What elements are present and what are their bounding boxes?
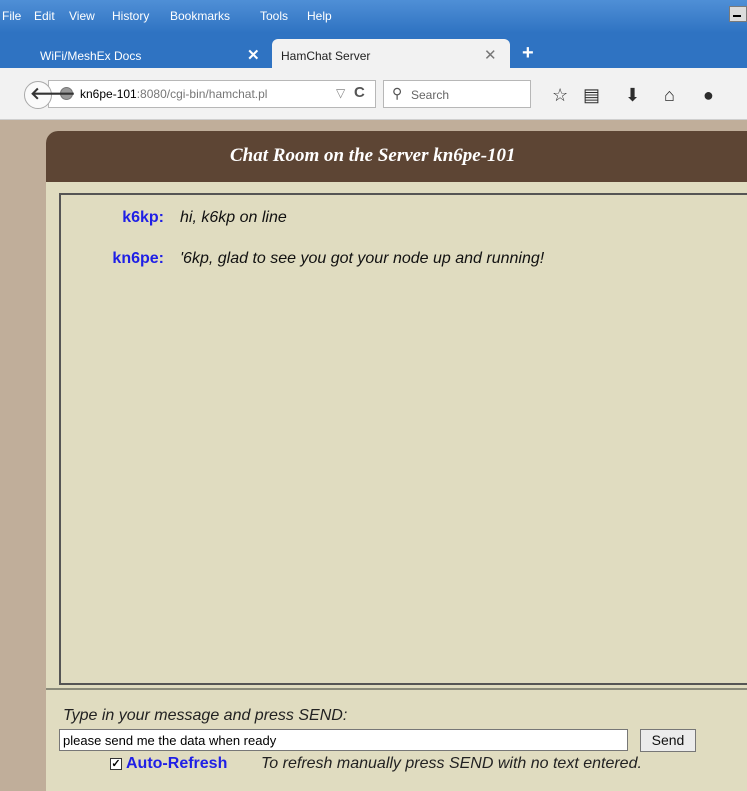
menu-history[interactable]: History — [112, 9, 149, 23]
message-nick: kn6pe: — [112, 250, 164, 267]
bookmark-star-icon[interactable]: ☆ — [552, 86, 568, 104]
back-arrow-icon: 🡐 — [30, 84, 76, 103]
message-nick: k6kp: — [122, 209, 164, 226]
minimize-icon — [733, 15, 741, 17]
chat-message: kn6pe: '6kp, glad to see you got your no… — [61, 250, 747, 270]
chat-icon[interactable]: ● — [703, 86, 714, 104]
close-tab-icon[interactable]: ✕ — [247, 46, 260, 64]
message-text: '6kp, glad to see you got your node up a… — [180, 250, 545, 267]
message-prompt-label: Type in your message and press SEND: — [63, 707, 348, 724]
tab-hamchat-server[interactable]: HamChat Server ✕ — [272, 39, 510, 68]
menu-help[interactable]: Help — [307, 9, 332, 23]
url-history-dropdown-icon[interactable]: ▽ — [336, 86, 345, 100]
new-tab-button[interactable]: + — [522, 42, 534, 65]
page-header: Chat Room on the Server kn6pe-101 — [46, 131, 747, 182]
refresh-note: To refresh manually press SEND with no t… — [261, 755, 642, 772]
back-button[interactable]: 🡐 — [24, 81, 76, 109]
close-tab-icon[interactable]: ✕ — [484, 46, 497, 64]
send-button[interactable]: Send — [640, 729, 696, 752]
menu-view[interactable]: View — [69, 9, 95, 23]
menu-file[interactable]: File — [2, 9, 21, 23]
chat-page-panel: Chat Room on the Server kn6pe-101 k6kp: … — [46, 131, 747, 791]
search-bar[interactable]: ⚲ Search — [383, 80, 531, 108]
home-icon[interactable]: ⌂ — [664, 86, 675, 104]
minimize-button[interactable] — [729, 6, 747, 22]
auto-refresh-label[interactable]: Auto-Refresh — [126, 755, 227, 773]
reload-icon[interactable]: C — [354, 84, 365, 101]
tab-label: WiFi/MeshEx Docs — [40, 49, 142, 63]
auto-refresh-checkbox[interactable]: ✓ — [110, 758, 122, 770]
download-icon[interactable]: ⬇ — [625, 86, 640, 104]
search-placeholder: Search — [411, 88, 450, 102]
menu-bar: File Edit View History Bookmarks Tools H… — [0, 0, 747, 33]
menu-tools[interactable]: Tools — [260, 9, 288, 23]
reading-list-icon[interactable]: ▤ — [583, 86, 600, 104]
tab-wifi-meshex-docs[interactable]: WiFi/MeshEx Docs ✕ — [0, 39, 268, 68]
url-path: :8080/cgi-bin/hamchat.pl — [136, 87, 268, 101]
divider — [46, 688, 747, 690]
message-input[interactable] — [59, 729, 628, 751]
menu-bookmarks[interactable]: Bookmarks — [170, 9, 230, 23]
chat-messages-area[interactable]: k6kp: hi, k6kp on line kn6pe: '6kp, glad… — [59, 193, 747, 685]
page-title: Chat Room on the Server kn6pe-101 — [230, 145, 516, 166]
message-text: hi, k6kp on line — [180, 209, 287, 226]
menu-edit[interactable]: Edit — [34, 9, 55, 23]
url-text: kn6pe-101:8080/cgi-bin/hamchat.pl — [80, 87, 267, 101]
url-bar[interactable]: kn6pe-101:8080/cgi-bin/hamchat.pl ▽ C — [48, 80, 376, 108]
tab-label: HamChat Server — [281, 49, 371, 63]
navigation-bar: kn6pe-101:8080/cgi-bin/hamchat.pl ▽ C 🡐 … — [0, 68, 747, 120]
tab-bar: WiFi/MeshEx Docs ✕ HamChat Server ✕ + — [0, 33, 747, 68]
search-icon: ⚲ — [392, 85, 403, 101]
chat-message: k6kp: hi, k6kp on line — [61, 209, 747, 229]
url-host: kn6pe-101 — [80, 87, 137, 101]
